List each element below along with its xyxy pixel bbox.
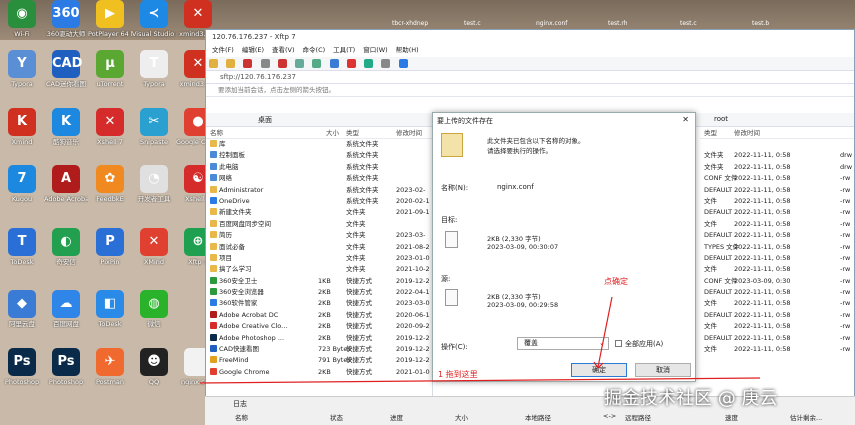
annotation-overlay [199,296,761,384]
top-file-label[interactable]: test.b [752,20,769,27]
top-file-label[interactable]: tbcr-xhdnep [392,20,428,27]
top-file-label[interactable]: test.rh [608,20,628,27]
top-file-label[interactable]: test.c [464,20,481,27]
annotation-drag: 1 拖到这里 [438,370,478,379]
annotation-confirm: 点确定 [604,277,628,286]
watermark: 掘金技术社区 @ 庚云 [604,388,778,409]
top-file-label[interactable]: nginx.conf [536,20,567,27]
top-file-label[interactable]: test.c [680,20,697,27]
